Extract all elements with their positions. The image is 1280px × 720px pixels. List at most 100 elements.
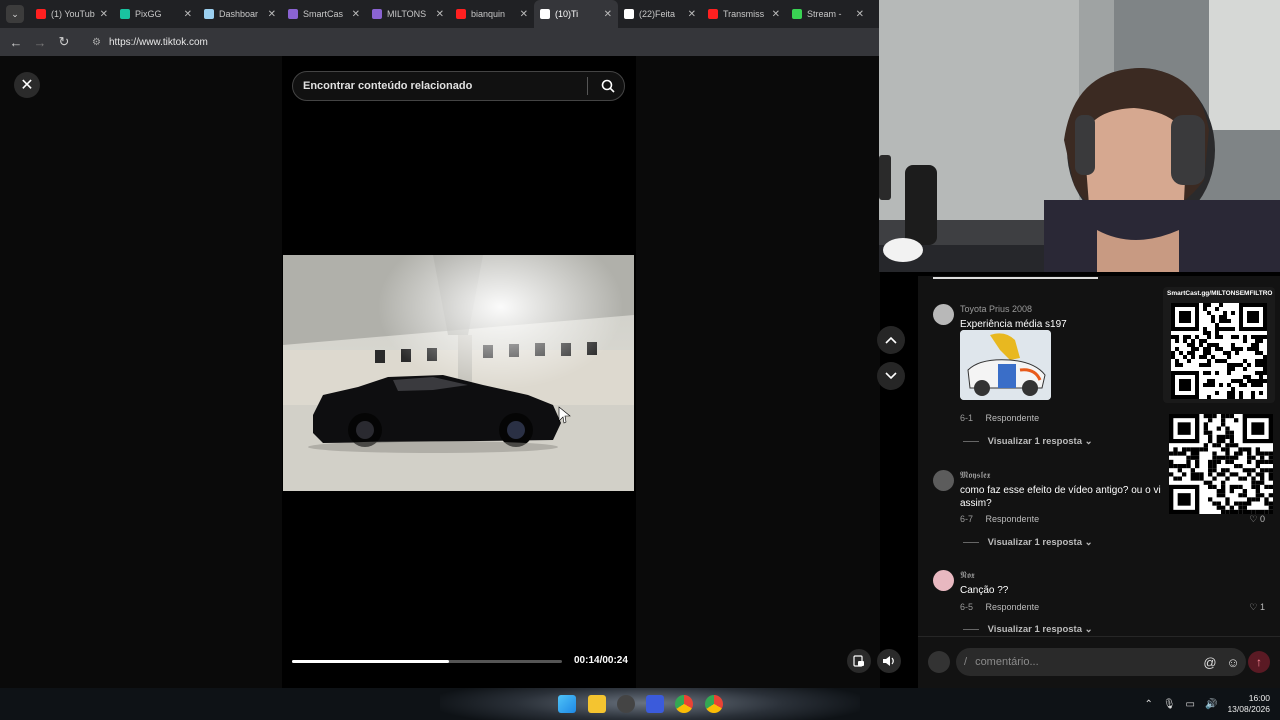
start-icon[interactable]: [558, 695, 576, 713]
comment-input[interactable]: [975, 656, 1200, 668]
comment-username[interactable]: 𝕸𝖔𝖞𝖘𝖑𝖊𝖝: [960, 470, 990, 481]
comment-meta: 6-1 Respondente: [960, 413, 1039, 423]
tab-close-icon[interactable]: ✕: [100, 9, 108, 20]
tab-label: (22)Feita: [639, 9, 676, 19]
tab-favicon-icon: [792, 9, 802, 19]
reply-button[interactable]: Respondente: [986, 602, 1040, 612]
address-bar: ← → ↻ ⚙ https://www.tiktok.com: [0, 28, 880, 56]
microphone-icon[interactable]: 🎙: [1163, 699, 1176, 710]
tab-favicon-icon: [456, 9, 466, 19]
chevron-up-icon: [885, 336, 897, 344]
tab-close-icon[interactable]: ✕: [436, 9, 444, 20]
search-bar: [292, 71, 625, 101]
tab-close-icon[interactable]: ✕: [268, 9, 276, 20]
video-progress-bar[interactable]: [292, 660, 562, 663]
browser-tab[interactable]: SmartCas ✕: [282, 0, 366, 28]
picture-in-picture-icon: [853, 655, 864, 667]
qr-code-image: [1171, 303, 1267, 399]
video-player[interactable]: [283, 255, 634, 491]
mention-icon[interactable]: @: [1200, 652, 1220, 672]
qr-code-overlay-secondary: [1169, 414, 1273, 514]
tab-strip: (1) YouTub ✕ PixGG ✕ Dashboar ✕ SmartCas ✕ MILTO…: [30, 0, 870, 28]
avatar[interactable]: [933, 570, 954, 591]
tab-favicon-icon: [624, 9, 634, 19]
speaker-icon[interactable]: 🔊: [1205, 699, 1217, 710]
like-button[interactable]: ♡ 1: [1249, 602, 1265, 613]
tab-label: bianquin: [471, 9, 506, 19]
tab-close-icon[interactable]: ✕: [184, 9, 192, 20]
file-explorer-icon[interactable]: [588, 695, 606, 713]
browser-tab[interactable]: Dashboar ✕: [198, 0, 282, 28]
comment-sticker-image: [960, 330, 1051, 400]
browser-tab-bar: ⌄ (1) YouTub ✕ PixGG ✕ Dashboar ✕ SmartCas ✕ MIL…: [0, 0, 880, 28]
previous-video-button[interactable]: [877, 326, 905, 354]
chrome-icon[interactable]: [705, 695, 723, 713]
tab-favicon-icon: [120, 9, 130, 19]
tab-close-icon[interactable]: ✕: [688, 9, 696, 20]
browser-tab[interactable]: bianquin ✕: [450, 0, 534, 28]
like-count: 1: [1259, 602, 1265, 612]
video-column: 00:14/00:24: [282, 56, 636, 688]
reply-button[interactable]: Respondente: [986, 514, 1040, 524]
clock-time: 16:00: [1248, 693, 1270, 703]
view-replies-label: Visualizar 1 resposta: [987, 537, 1082, 548]
avatar[interactable]: [933, 304, 954, 325]
network-icon[interactable]: ▭: [1186, 699, 1195, 710]
view-replies-button[interactable]: Visualizar 1 resposta ⌄: [963, 624, 1093, 635]
taskbar: ⌃ 🎙 ▭ 🔊 16:00 13/08/2026: [0, 688, 1280, 720]
tab-close-icon[interactable]: ✕: [604, 9, 612, 20]
reload-icon[interactable]: ↻: [52, 34, 76, 50]
like-button[interactable]: ♡ 0: [1249, 514, 1265, 525]
send-button[interactable]: ↑: [1248, 651, 1270, 673]
app-icon[interactable]: [646, 695, 664, 713]
chrome-icon[interactable]: [675, 695, 693, 713]
tab-favicon-icon: [288, 9, 298, 19]
comment-date: 6-7: [960, 514, 974, 524]
tab-close-icon[interactable]: ✕: [856, 9, 864, 20]
qr-code-overlay: SmartCast.gg/MILTONSEMFILTRO: [1163, 287, 1275, 403]
obs-icon[interactable]: [617, 695, 635, 713]
comment-text: como faz esse efeito de vídeo antigo? ou…: [960, 485, 1161, 509]
tab-close-icon[interactable]: ✕: [520, 9, 528, 20]
volume-button[interactable]: [877, 649, 901, 673]
emoji-icon[interactable]: ☺: [1223, 652, 1243, 672]
forward-arrow-icon[interactable]: →: [28, 35, 52, 50]
clock-date: 13/08/2026: [1227, 704, 1270, 714]
next-video-button[interactable]: [877, 362, 905, 390]
tab-label: PixGG: [135, 9, 162, 19]
avatar[interactable]: [933, 470, 954, 491]
search-input[interactable]: [303, 80, 579, 92]
url-field[interactable]: ⚙ https://www.tiktok.com: [82, 31, 862, 53]
comment-date: 6-1: [960, 413, 974, 423]
tab-close-icon[interactable]: ✕: [772, 9, 780, 20]
browser-tab[interactable]: (1) YouTub ✕: [30, 0, 114, 28]
view-replies-label: Visualizar 1 resposta: [987, 436, 1082, 447]
tray-overflow-icon[interactable]: ⌃: [1144, 699, 1152, 710]
close-button[interactable]: ✕: [14, 72, 40, 98]
browser-tab[interactable]: (10)Ti ✕: [534, 0, 618, 28]
comment-meta: 6-7 Respondente: [960, 514, 1039, 524]
streamer-webcam-image: [879, 0, 1280, 272]
back-arrow-icon[interactable]: ←: [4, 35, 28, 50]
site-info-icon[interactable]: ⚙: [92, 37, 101, 48]
search-icon[interactable]: [596, 74, 620, 98]
pip-button[interactable]: [847, 649, 871, 673]
comment-username[interactable]: Toyota Prius 2008: [960, 304, 1032, 314]
clock[interactable]: 16:00 13/08/2026: [1227, 693, 1270, 715]
browser-tab[interactable]: Stream - ✕: [786, 0, 870, 28]
tab-close-icon[interactable]: ✕: [352, 9, 360, 20]
browser-tab[interactable]: MILTONS ✕: [366, 0, 450, 28]
chevron-down-icon: [885, 372, 897, 380]
comment-username[interactable]: 𝕹𝖔𝖝: [960, 570, 975, 581]
browser-tab[interactable]: PixGG ✕: [114, 0, 198, 28]
tab-search-button[interactable]: ⌄: [6, 5, 24, 23]
comment-composer: / @ ☺ ↑: [918, 636, 1280, 688]
comment-input-box: / @ ☺: [956, 648, 1246, 676]
system-tray: ⌃ 🎙 ▭ 🔊 16:00 13/08/2026: [1144, 688, 1270, 720]
tab-favicon-icon: [204, 9, 214, 19]
view-replies-button[interactable]: Visualizar 1 resposta ⌄: [963, 537, 1093, 548]
browser-tab[interactable]: (22)Feita ✕: [618, 0, 702, 28]
reply-button[interactable]: Respondente: [986, 413, 1040, 423]
view-replies-button[interactable]: Visualizar 1 resposta ⌄: [963, 436, 1093, 447]
browser-tab[interactable]: Transmiss ✕: [702, 0, 786, 28]
